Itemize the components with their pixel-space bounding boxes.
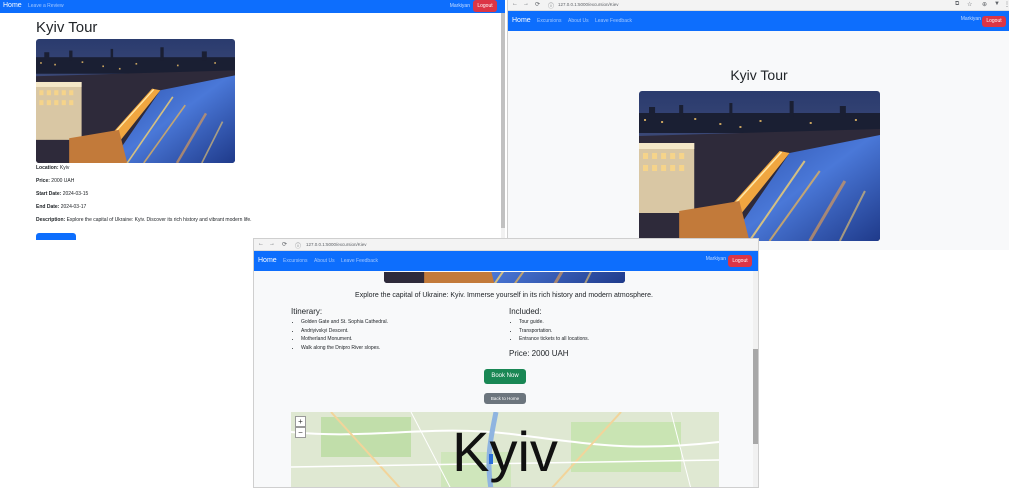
nav-home-link[interactable]: Home [512, 17, 531, 24]
included-heading: Included: [509, 307, 542, 316]
nav-link-leave-feedback[interactable]: Leave Feedback [341, 258, 378, 264]
nav-username: Markiyan [449, 3, 470, 9]
detail-value: Kyiv [59, 165, 70, 171]
detail-value: 2024-03-15 [62, 191, 89, 197]
back-arrow-icon[interactable]: ← [258, 241, 264, 247]
browser-window-left: Home Leave a Review Markiyan Logout Kyiv… [0, 0, 505, 240]
forward-arrow-icon[interactable]: → [523, 1, 529, 7]
logout-button[interactable]: Logout [982, 16, 1006, 27]
itinerary-heading: Itinerary: [291, 307, 323, 316]
scrollbar[interactable] [501, 13, 505, 240]
detail-value: 2000 UAH [51, 178, 75, 184]
list-item: Entrance tickets to all locations. [519, 336, 589, 345]
download-icon[interactable]: ▼ [994, 1, 1000, 7]
map[interactable]: + − Kyiv [291, 412, 719, 487]
scrollbar-thumb[interactable] [753, 349, 758, 444]
list-item: Motherland Monument. [301, 336, 388, 345]
browser-window-right: ← → ⟳ ⓘ 127.0.0.1:5000/excursion/Kiev ⧉ … [507, 0, 1009, 250]
scrollbar[interactable] [753, 271, 758, 487]
detail-description: Description: Explore the capital of Ukra… [36, 217, 252, 223]
list-item: Golden Gate and St. Sophia Cathedral. [301, 319, 388, 328]
detail-label: Price: [36, 178, 50, 184]
navbar: Home Excursions About Us Leave Feedback … [254, 251, 758, 271]
book-now-button[interactable]: Book Now [484, 369, 526, 384]
browser-toolbar: ← → ⟳ ⓘ 127.0.0.1:5000/excursion/Kiev ⧉ … [508, 0, 1009, 11]
logout-button[interactable]: Logout [473, 0, 497, 12]
back-arrow-icon[interactable]: ← [512, 1, 518, 7]
detail-value: 2024-03-17 [60, 204, 87, 210]
price-text: Price: 2000 UAH [509, 349, 569, 358]
list-item: Transportation. [519, 328, 589, 337]
navbar: Home Excursions About Us Leave Feedback … [508, 11, 1009, 31]
intro-text: Explore the capital of Ukraine: Kyiv. Im… [355, 292, 653, 299]
browser-window-bottom: ← → ⟳ ⓘ 127.0.0.1:5000/excursion/Kiev Ho… [253, 238, 759, 488]
detail-label: Description: [36, 217, 66, 223]
reload-icon[interactable]: ⟳ [535, 1, 540, 8]
list-item: Tour guide. [519, 319, 589, 328]
address-bar[interactable]: 127.0.0.1:5000/excursion/Kiev [558, 2, 619, 7]
nav-link-about-us[interactable]: About Us [568, 18, 589, 24]
detail-end-date: End Date: 2024-03-17 [36, 204, 86, 210]
logout-button[interactable]: Logout [728, 255, 752, 267]
detail-location: Location: Kyiv [36, 165, 69, 171]
scrollbar-thumb[interactable] [501, 13, 505, 228]
page-title: Kyiv Tour [36, 19, 98, 36]
menu-icon[interactable]: ⋮ [1004, 1, 1009, 8]
detail-label: Start Date: [36, 191, 62, 197]
nav-username: Markiyan [960, 16, 981, 22]
site-info-icon[interactable]: ⓘ [548, 1, 554, 10]
map-city-label: Kyiv [452, 420, 558, 483]
itinerary-list: Golden Gate and St. Sophia Cathedral. An… [291, 319, 388, 353]
nav-home-link[interactable]: Home [258, 257, 277, 264]
site-info-icon[interactable]: ⓘ [295, 241, 301, 250]
nav-link-excursions[interactable]: Excursions [283, 258, 307, 264]
nav-link-leave-review[interactable]: Leave a Review [28, 3, 64, 9]
navbar: Home Leave a Review Markiyan Logout [0, 0, 505, 13]
browser-toolbar: ← → ⟳ ⓘ 127.0.0.1:5000/excursion/Kiev [254, 239, 758, 251]
nav-link-leave-feedback[interactable]: Leave Feedback [595, 18, 632, 24]
nav-link-excursions[interactable]: Excursions [537, 18, 561, 24]
back-to-home-button[interactable]: Back to Home [484, 393, 526, 404]
detail-value: Explore the capital of Ukraine: Kyiv. Di… [66, 217, 252, 223]
detail-start-date: Start Date: 2024-03-15 [36, 191, 88, 197]
translate-icon[interactable]: ⧉ [955, 1, 959, 8]
detail-label: Location: [36, 165, 59, 171]
kyiv-photo [36, 39, 235, 163]
primary-button-partial[interactable] [36, 233, 76, 240]
address-bar[interactable]: 127.0.0.1:5000/excursion/Kiev [306, 242, 367, 247]
included-list: Tour guide. Transportation. Entrance tic… [509, 319, 589, 345]
nav-username: Markiyan [705, 256, 726, 262]
detail-label: End Date: [36, 204, 60, 210]
nav-home-link[interactable]: Home [3, 2, 22, 9]
kyiv-photo-bottom-edge [384, 271, 625, 283]
bookmark-star-icon[interactable]: ☆ [967, 1, 972, 8]
extensions-icon[interactable]: ⊕ [982, 1, 987, 8]
list-item: Andriyivskyi Descent. [301, 328, 388, 337]
list-item: Walk along the Dnipro River slopes. [301, 345, 388, 354]
nav-link-about-us[interactable]: About Us [314, 258, 335, 264]
page-title: Kyiv Tour [730, 67, 788, 83]
forward-arrow-icon[interactable]: → [269, 241, 275, 247]
kyiv-photo [639, 91, 880, 241]
reload-icon[interactable]: ⟳ [282, 241, 287, 248]
detail-price: Price: 2000 UAH [36, 178, 74, 184]
